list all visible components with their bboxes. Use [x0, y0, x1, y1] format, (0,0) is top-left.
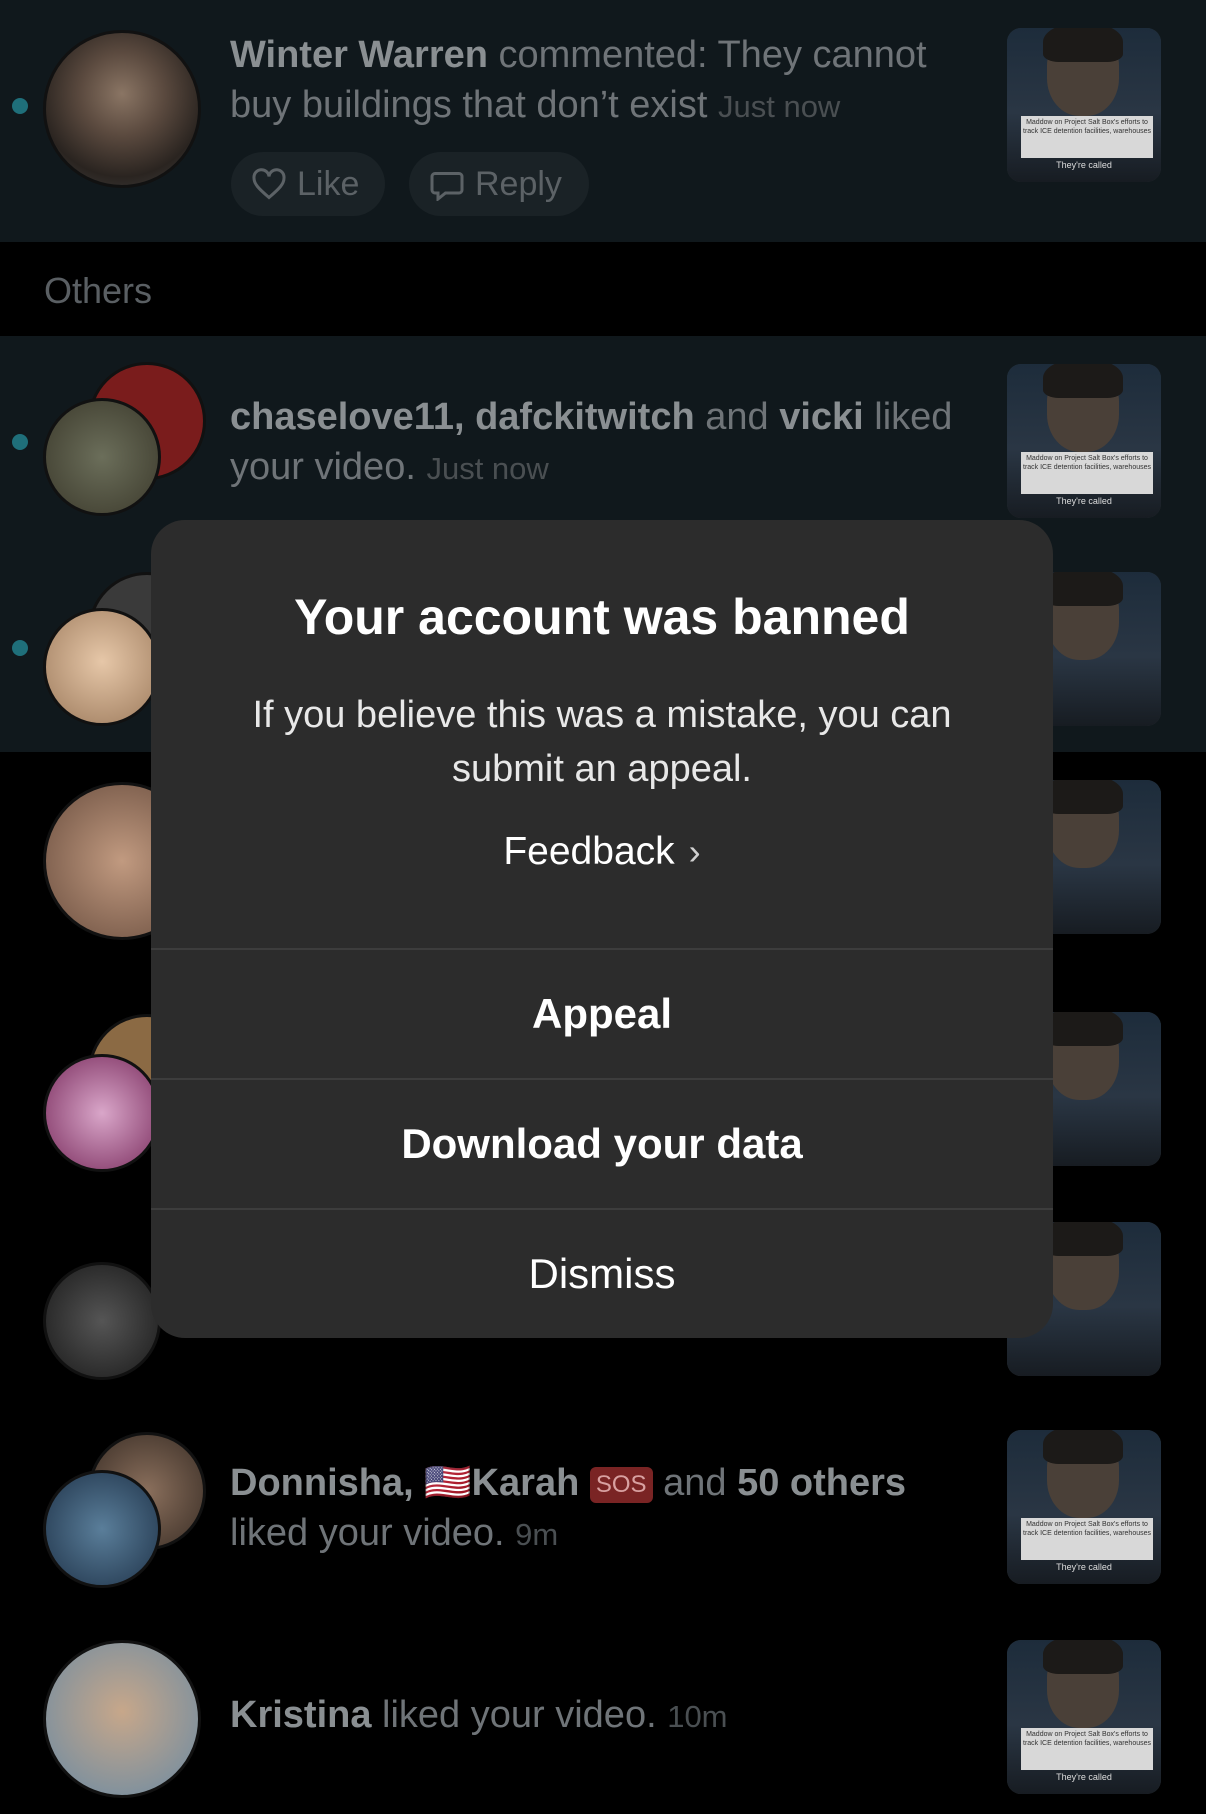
avatar[interactable]: [43, 398, 161, 516]
chevron-right-icon: ›: [688, 831, 701, 872]
like-button[interactable]: Like: [231, 152, 385, 216]
download-data-button[interactable]: Download your data: [151, 1080, 1053, 1208]
feedback-link[interactable]: Feedback ›: [151, 830, 1053, 874]
dialog-message: If you believe this was a mistake, you c…: [252, 694, 952, 790]
timestamp: 9m: [515, 1517, 559, 1552]
avatar[interactable]: [43, 1262, 161, 1380]
notification-text: Winter Warren commented: They cannot buy…: [230, 34, 927, 126]
dialog-title: Your account was banned: [294, 589, 910, 645]
timestamp: 10m: [667, 1699, 728, 1734]
heart-icon: [252, 168, 286, 200]
notification-text: Kristina liked your video. 10m: [230, 1694, 728, 1736]
unread-dot: [12, 434, 28, 450]
appeal-button[interactable]: Appeal: [151, 950, 1053, 1078]
timestamp: Just now: [426, 451, 549, 486]
notification-text: chaselove11, dafckitwitch and vicki like…: [230, 396, 953, 488]
notification-row[interactable]: Winter Warren commented: They cannot buy…: [0, 0, 1206, 242]
ban-dialog: Your account was banned If you believe t…: [151, 520, 1053, 1338]
video-thumbnail[interactable]: Maddow on Project Salt Box's efforts to …: [1007, 1640, 1161, 1794]
timestamp: Just now: [717, 89, 841, 124]
video-thumbnail[interactable]: Maddow on Project Salt Box's efforts to …: [1007, 1430, 1161, 1584]
notification-text: Donnisha, 🇺🇸Karah SOS and 50 others like…: [230, 1462, 907, 1554]
avatar[interactable]: [43, 1470, 161, 1588]
avatar[interactable]: [43, 30, 201, 188]
video-thumbnail[interactable]: Maddow on Project Salt Box's efforts to …: [1007, 28, 1161, 182]
unread-dot: [12, 640, 28, 656]
unread-dot: [12, 98, 28, 114]
avatar[interactable]: [43, 1054, 161, 1172]
sos-badge: SOS: [589, 1466, 653, 1503]
dismiss-button[interactable]: Dismiss: [151, 1210, 1053, 1338]
chat-bubble-icon: [430, 172, 464, 201]
notification-row[interactable]: Donnisha, 🇺🇸Karah SOS and 50 others like…: [0, 1420, 1206, 1600]
notification-row[interactable]: Kristina liked your video. 10m Maddow on…: [0, 1630, 1206, 1814]
avatar[interactable]: [43, 1640, 201, 1798]
video-thumbnail[interactable]: Maddow on Project Salt Box's efforts to …: [1007, 364, 1161, 518]
reply-button[interactable]: Reply: [409, 152, 589, 216]
avatar[interactable]: [43, 608, 161, 726]
section-header-others: Others: [44, 270, 153, 311]
